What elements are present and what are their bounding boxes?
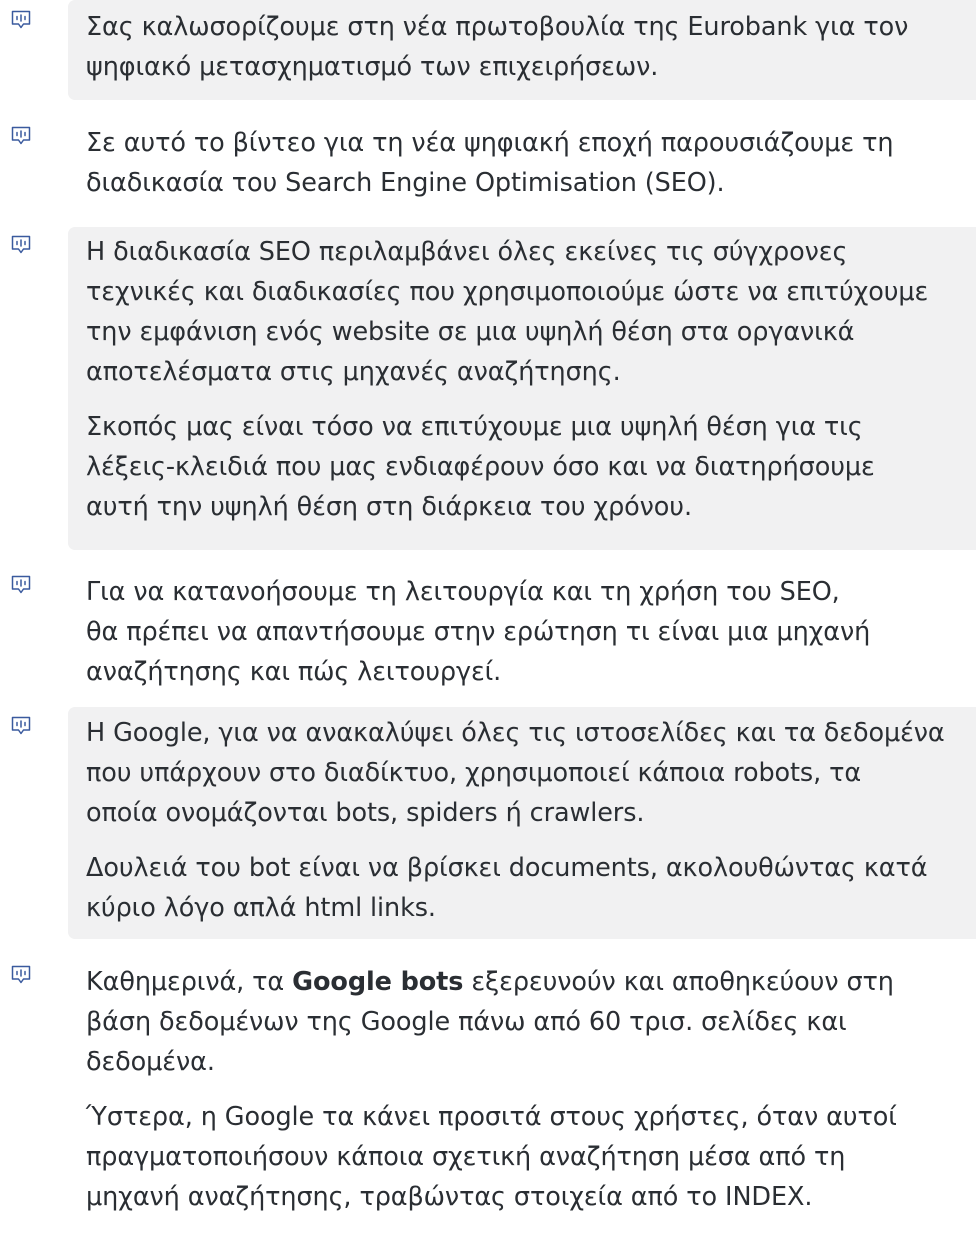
text-line: λέξεις-κλειδιά που μας ενδιαφέρουν όσο κ… bbox=[86, 452, 875, 482]
bold-text-run: Google bots bbox=[292, 967, 464, 997]
text-line: Καθημερινά, τα Google bots εξερευνούν κα… bbox=[86, 962, 976, 1002]
text-line: βάση δεδομένων της Google πάνω από 60 τρ… bbox=[86, 1007, 847, 1037]
text-line: Για να κατανοήσουμε τη λειτουργία και τη… bbox=[86, 577, 840, 607]
segment-text: Καθημερινά, τα Google bots εξερευνούν κα… bbox=[86, 962, 976, 1217]
text-line: ψηφιακό μετασχηματισμό των επιχειρήσεων. bbox=[86, 52, 659, 82]
segment-paragraph: Η διαδικασία SEO περιλαμβάνει όλες εκείν… bbox=[86, 232, 976, 392]
segment-text: Σας καλωσορίζουμε στη νέα πρωτοβουλία τη… bbox=[86, 7, 976, 87]
transcript-bubble-icon bbox=[9, 714, 33, 738]
text-line: Ύστερα, η Google τα κάνει προσιτά στους … bbox=[86, 1102, 897, 1132]
text-run: Καθημερινά, τα bbox=[86, 967, 293, 997]
segment-paragraph: Ύστερα, η Google τα κάνει προσιτά στους … bbox=[86, 1097, 976, 1217]
transcript-bubble-icon bbox=[9, 963, 33, 987]
transcript-bubble-icon bbox=[9, 124, 33, 148]
segment-paragraph: Καθημερινά, τα Google bots εξερευνούν κα… bbox=[86, 962, 976, 1082]
transcript-bubble-icon bbox=[9, 233, 33, 257]
segment-paragraph: Σκοπός μας είναι τόσο να επιτύχουμε μια … bbox=[86, 407, 976, 527]
segment-paragraph: Για να κατανοήσουμε τη λειτουργία και τη… bbox=[86, 572, 976, 692]
text-line: μηχανή αναζήτησης, τραβώντας στοιχεία απ… bbox=[86, 1182, 813, 1212]
text-line: Σε αυτό το βίντεο για τη νέα ψηφιακή επο… bbox=[86, 128, 894, 158]
segment-paragraph: Σε αυτό το βίντεο για τη νέα ψηφιακή επο… bbox=[86, 123, 976, 203]
text-line: τεχνικές και διαδικασίες που χρησιμοποιο… bbox=[86, 277, 929, 307]
segment-paragraph: Η Google, για να ανακαλύψει όλες τις ιστ… bbox=[86, 713, 976, 833]
text-line: Δουλειά του bot είναι να βρίσκει documen… bbox=[86, 853, 928, 883]
text-line: δεδομένα. bbox=[86, 1047, 215, 1077]
segment-paragraph: Δουλειά του bot είναι να βρίσκει documen… bbox=[86, 848, 976, 928]
text-line: την εμφάνιση ενός website σε μια υψηλή θ… bbox=[86, 317, 855, 347]
segment-text: Η διαδικασία SEO περιλαμβάνει όλες εκείν… bbox=[86, 232, 976, 527]
text-line: θα πρέπει να απαντήσουμε στην ερώτηση τι… bbox=[86, 617, 871, 647]
text-line: Σκοπός μας είναι τόσο να επιτύχουμε μια … bbox=[86, 412, 863, 442]
text-line: Η διαδικασία SEO περιλαμβάνει όλες εκείν… bbox=[86, 237, 848, 267]
text-line: Η Google, για να ανακαλύψει όλες τις ιστ… bbox=[86, 718, 945, 748]
text-line: πραγματοποιήσουν κάποια σχετική αναζήτησ… bbox=[86, 1142, 846, 1172]
text-line: οποία ονομάζονται bots, spiders ή crawle… bbox=[86, 798, 645, 828]
transcript-bubble-icon bbox=[9, 8, 33, 32]
text-line: διαδικασία του Search Engine Optimisatio… bbox=[86, 168, 725, 198]
text-line: αυτή την υψηλή θέση στη διάρκεια του χρό… bbox=[86, 492, 692, 522]
text-line: που υπάρχουν στο διαδίκτυο, χρησιμοποιεί… bbox=[86, 758, 862, 788]
text-line: κύριο λόγο απλά html links. bbox=[86, 893, 436, 923]
text-line: αναζήτησης και πώς λειτουργεί. bbox=[86, 657, 502, 687]
segment-text: Σε αυτό το βίντεο για τη νέα ψηφιακή επο… bbox=[86, 123, 976, 203]
text-line: Σας καλωσορίζουμε στη νέα πρωτοβουλία τη… bbox=[86, 12, 909, 42]
segment-paragraph: Σας καλωσορίζουμε στη νέα πρωτοβουλία τη… bbox=[86, 7, 976, 87]
text-line: αποτελέσματα στις μηχανές αναζήτησης. bbox=[86, 357, 621, 387]
segment-text: Η Google, για να ανακαλύψει όλες τις ιστ… bbox=[86, 713, 976, 928]
transcript-bubble-icon bbox=[9, 573, 33, 597]
segment-text: Για να κατανοήσουμε τη λειτουργία και τη… bbox=[86, 572, 976, 692]
text-run: εξερευνούν και αποθηκεύουν στη bbox=[463, 967, 894, 997]
